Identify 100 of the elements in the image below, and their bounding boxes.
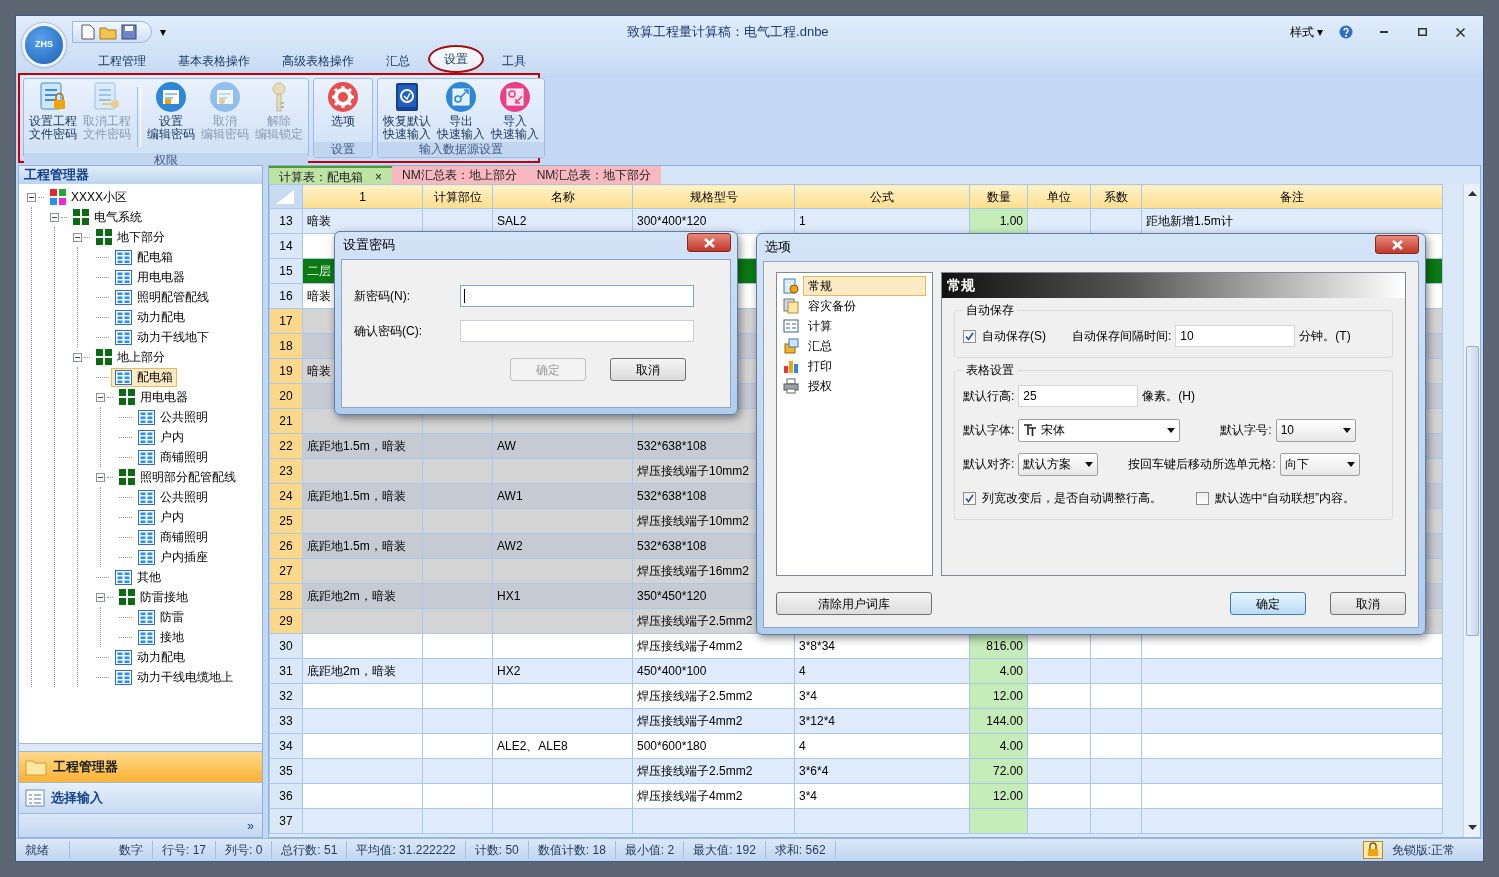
tree-item[interactable]: 户内插座 (134, 547, 212, 567)
tree-item[interactable]: 动力干线电缆地上 (111, 667, 237, 687)
row-header[interactable]: 18 (269, 333, 303, 359)
collapse-icon[interactable] (27, 192, 36, 202)
ribbon-tab[interactable]: 工具 (488, 49, 540, 73)
tree-item[interactable]: XXXX小区 (46, 187, 131, 207)
column-header[interactable]: 单位 (1027, 184, 1091, 209)
ribbon-button[interactable]: 导入 快速输入 (488, 81, 542, 141)
navigation-button[interactable]: 选择输入 (19, 782, 262, 813)
row-header[interactable]: 32 (269, 683, 303, 709)
row-header[interactable]: 37 (269, 808, 303, 834)
column-header[interactable]: 1 (302, 184, 423, 209)
vertical-scrollbar[interactable] (1463, 184, 1480, 837)
row-header[interactable]: 25 (269, 508, 303, 534)
checkbox[interactable]: 默认选中“自动联想”内容。 (1196, 489, 1355, 507)
dialog-button[interactable]: 取消 (1330, 592, 1406, 615)
category-item[interactable]: 授权 (780, 376, 929, 396)
sheet-tab[interactable]: NM汇总表：地下部分 (526, 166, 662, 184)
tree-item[interactable]: 户内 (134, 427, 188, 447)
category-item[interactable]: 计算 (780, 316, 929, 336)
dialog-button[interactable]: 确定 (1230, 592, 1306, 615)
tree-item[interactable]: 动力配电 (111, 647, 189, 667)
tree-item[interactable]: 照明部分配管配线 (115, 467, 240, 487)
dropdown[interactable]: 向下 (1279, 452, 1360, 476)
ribbon-tab[interactable]: 工程管理 (84, 49, 160, 73)
window-maximize-button[interactable] (1415, 25, 1429, 39)
column-header[interactable]: 系数 (1090, 184, 1142, 209)
row-header[interactable]: 29 (269, 608, 303, 634)
collapse-icon[interactable] (96, 472, 105, 482)
ribbon-button[interactable]: 选项 (316, 81, 370, 128)
row-header[interactable]: 15 (269, 258, 303, 284)
row-header[interactable]: 16 (269, 283, 303, 309)
tab-close-button[interactable]: × (375, 168, 382, 184)
row-header[interactable]: 22 (269, 433, 303, 459)
customize-toolbar-button[interactable]: ▾ (160, 23, 167, 41)
tree-item[interactable]: 户内 (134, 507, 188, 527)
category-item[interactable]: 打印 (780, 356, 929, 376)
tree-item[interactable]: 地下部分 (92, 227, 169, 247)
row-header[interactable]: 24 (269, 483, 303, 509)
ribbon-tab[interactable]: 汇总 (372, 49, 424, 73)
row-header[interactable]: 33 (269, 708, 303, 734)
row-header[interactable]: 19 (269, 358, 303, 384)
row-header[interactable]: 27 (269, 558, 303, 584)
dropdown[interactable]: 宋体 (1018, 418, 1181, 442)
password-field[interactable] (460, 285, 694, 307)
text-field[interactable]: 25 (1018, 385, 1139, 407)
category-item[interactable]: 容灾备份 (780, 296, 929, 316)
column-header[interactable]: 数量 (969, 184, 1028, 209)
dropdown[interactable]: 10 (1275, 418, 1356, 442)
tree-item[interactable]: 接地 (134, 627, 188, 647)
tree-item[interactable]: 地上部分 (92, 347, 169, 367)
checkbox[interactable]: 自动保存(S) (963, 327, 1046, 345)
checkbox[interactable]: 列宽改变后，是否自动调整行高。 (963, 489, 1162, 507)
expand-panel-button[interactable]: » (247, 816, 254, 835)
tree-item[interactable]: 公共照明 (134, 487, 212, 507)
row-header[interactable]: 13 (269, 208, 303, 234)
row-header[interactable]: 17 (269, 308, 303, 334)
column-header[interactable]: 备注 (1141, 184, 1443, 209)
ribbon-button[interactable]: 恢复默认 快速输入 (380, 81, 434, 141)
row-header[interactable]: 35 (269, 758, 303, 784)
tree-item[interactable]: 公共照明 (134, 407, 212, 427)
column-header[interactable]: 规格型号 (632, 184, 795, 209)
tree-item[interactable]: 其他 (111, 567, 165, 587)
row-header[interactable]: 26 (269, 533, 303, 559)
dropdown[interactable]: 默认方案 (1018, 452, 1099, 476)
ribbon-button[interactable]: 设置 编辑密码 (144, 81, 198, 141)
tree-item[interactable]: 动力配电 (111, 307, 189, 327)
dialog-button[interactable]: 清除用户词库 (776, 592, 932, 615)
navigation-button[interactable]: 工程管理器 (19, 751, 262, 782)
tree-item[interactable]: 防雷接地 (115, 587, 192, 607)
close-button[interactable] (1375, 235, 1419, 254)
column-header[interactable]: 公式 (794, 184, 970, 209)
ribbon-button[interactable]: 设置工程 文件密码 (26, 81, 80, 141)
tree-item[interactable]: 电气系统 (69, 207, 146, 227)
ribbon-button[interactable]: 导出 快速输入 (434, 81, 488, 141)
tree-item[interactable]: 配电箱 (111, 247, 177, 267)
row-header[interactable]: 28 (269, 583, 303, 609)
row-header[interactable]: 20 (269, 383, 303, 409)
tree-item[interactable]: 用电电器 (111, 267, 189, 287)
collapse-icon[interactable] (96, 392, 105, 402)
row-header[interactable]: 23 (269, 458, 303, 484)
column-header[interactable]: 名称 (492, 184, 633, 209)
sheet-tab[interactable]: 计算表：配电箱 × (269, 166, 392, 184)
tree-item[interactable]: 商铺照明 (134, 447, 212, 467)
sheet-tab[interactable]: NM汇总表：地上部分 (392, 166, 527, 184)
text-field[interactable]: 10 (1175, 325, 1296, 347)
row-header[interactable]: 31 (269, 658, 303, 684)
collapse-icon[interactable] (96, 592, 105, 602)
close-button[interactable] (687, 233, 731, 252)
window-close-button[interactable] (1453, 25, 1467, 39)
collapse-icon[interactable] (73, 352, 82, 362)
tree-item[interactable]: 配电箱 (111, 367, 177, 387)
row-header[interactable]: 34 (269, 733, 303, 759)
row-header[interactable]: 21 (269, 408, 303, 434)
tree-item[interactable]: 动力干线地下 (111, 327, 213, 347)
row-header[interactable]: 14 (269, 233, 303, 259)
ribbon-tab[interactable]: 基本表格操作 (164, 49, 264, 73)
collapse-icon[interactable] (50, 212, 59, 222)
password-field[interactable] (460, 320, 694, 342)
tree-item[interactable]: 防雷 (134, 607, 188, 627)
